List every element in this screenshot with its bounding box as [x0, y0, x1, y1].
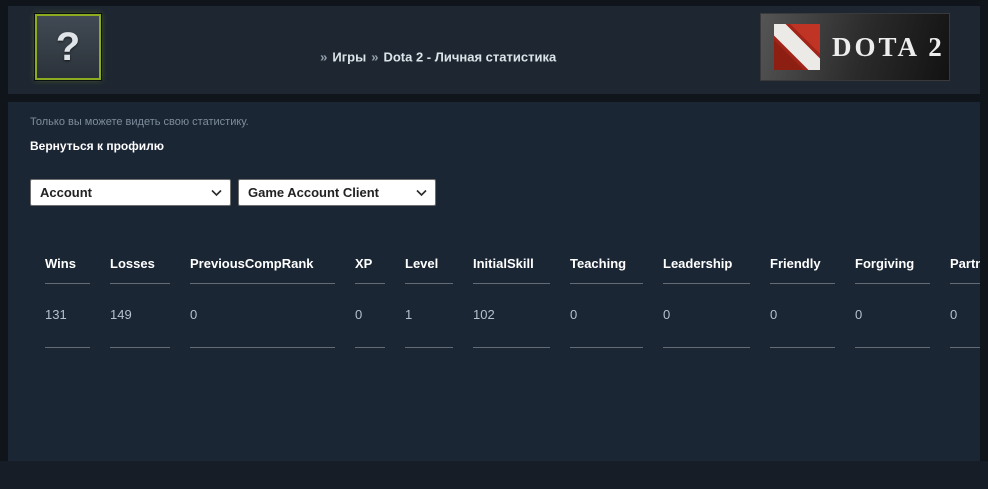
column-header-losses: Losses: [110, 250, 170, 284]
column-header-level: Level: [405, 250, 453, 284]
column-header-leadership: Leadership: [663, 250, 750, 284]
breadcrumb-separator: »: [320, 50, 327, 65]
table-cell: 0: [855, 284, 930, 348]
breadcrumb-separator: »: [371, 50, 378, 65]
table-cell: 102: [473, 284, 550, 348]
stats-table: Wins Losses PreviousCompRank XP Level In…: [30, 250, 980, 348]
account-select[interactable]: Account: [30, 179, 231, 206]
stats-table-container: Wins Losses PreviousCompRank XP Level In…: [30, 250, 980, 348]
dota2-logo-icon: [774, 24, 820, 70]
column-header-teaching: Teaching: [570, 250, 643, 284]
dota2-logo-text: DOTA 2: [832, 32, 945, 63]
page: ? » Игры » Dota 2 - Личная статистика DOTA …: [0, 0, 988, 461]
dota2-logo: DOTA 2: [760, 13, 950, 81]
table-row: 131 149 0 0 1 102 0 0 0 0 0: [45, 284, 980, 348]
column-header-xp: XP: [355, 250, 385, 284]
column-header-forgiving: Forgiving: [855, 250, 930, 284]
column-header-wins: Wins: [45, 250, 90, 284]
game-account-client-select[interactable]: Game Account Client: [238, 179, 436, 206]
table-cell: 131: [45, 284, 90, 348]
table-cell: 0: [190, 284, 335, 348]
avatar[interactable]: ?: [35, 14, 101, 80]
game-account-client-select-control[interactable]: Game Account Client: [238, 179, 436, 206]
table-cell: 0: [770, 284, 835, 348]
table-cell: 0: [355, 284, 385, 348]
top-header: ? » Игры » Dota 2 - Личная статистика DOTA …: [8, 6, 980, 94]
column-header-friendly: Friendly: [770, 250, 835, 284]
column-header-initialskill: InitialSkill: [473, 250, 550, 284]
table-cell: 0: [950, 284, 980, 348]
breadcrumb-current: Dota 2 - Личная статистика: [383, 50, 556, 65]
account-select-control[interactable]: Account: [30, 179, 231, 206]
column-header-partner: Partner: [950, 250, 980, 284]
footer-bar: [0, 461, 988, 489]
avatar-question-glyph: ?: [56, 27, 80, 67]
table-header-row: Wins Losses PreviousCompRank XP Level In…: [45, 250, 980, 284]
column-header-previouscomprank: PreviousCompRank: [190, 250, 335, 284]
breadcrumb: » Игры » Dota 2 - Личная статистика: [315, 50, 556, 65]
table-cell: 0: [663, 284, 750, 348]
main-content: Только вы можете видеть свою статистику.…: [8, 102, 980, 461]
breadcrumb-link-games[interactable]: Игры: [332, 50, 366, 65]
table-cell: 149: [110, 284, 170, 348]
table-cell: 0: [570, 284, 643, 348]
privacy-notice: Только вы можете видеть свою статистику.: [30, 116, 980, 129]
filters: Account Game Account Client: [30, 179, 980, 206]
table-cell: 1: [405, 284, 453, 348]
back-to-profile-link[interactable]: Вернуться к профилю: [30, 139, 164, 153]
